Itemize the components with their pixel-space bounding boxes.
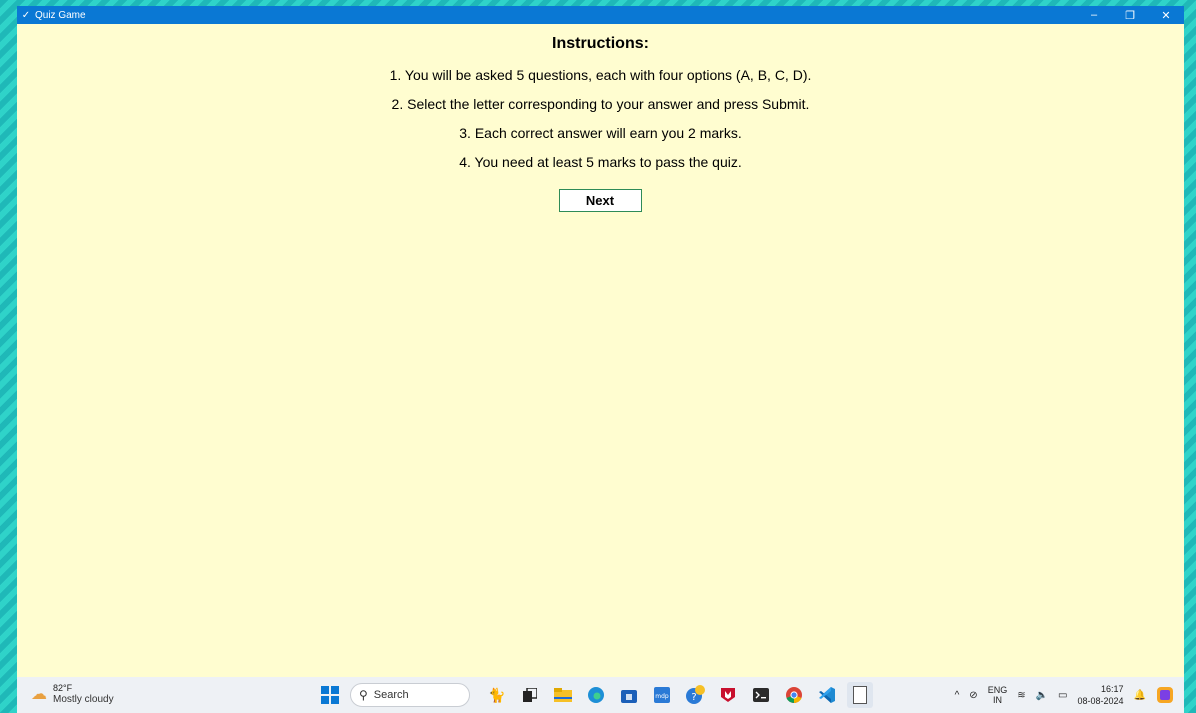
search-placeholder: Search bbox=[373, 689, 409, 701]
language-code: ENG bbox=[987, 685, 1008, 695]
mcafee-icon[interactable] bbox=[715, 682, 741, 708]
instructions-panel: Instructions: 1. You will be asked 5 que… bbox=[17, 35, 1184, 212]
edge-icon[interactable] bbox=[583, 682, 609, 708]
wifi-icon[interactable]: ≋ bbox=[1017, 690, 1025, 701]
cat-widget-icon[interactable]: 🐈 bbox=[484, 682, 510, 708]
notification-bell-icon[interactable]: 🔔 bbox=[1134, 690, 1146, 701]
notepad-icon[interactable] bbox=[847, 682, 873, 708]
system-tray: ^ ⊘ ENG IN ≋ 🔈 ▭ 16:17 08-08-2024 🔔 bbox=[945, 681, 1174, 709]
store-icon[interactable] bbox=[616, 682, 642, 708]
taskbar-apps: ⚲ Search 🐈 mdp ? bbox=[317, 682, 880, 708]
window-controls: – ❐ ✕ bbox=[1076, 6, 1184, 24]
clock-time: 16:17 bbox=[1101, 684, 1124, 694]
copilot-icon[interactable] bbox=[1156, 686, 1174, 704]
clock[interactable]: 16:17 08-08-2024 bbox=[1078, 683, 1124, 707]
minimize-button[interactable]: – bbox=[1076, 6, 1112, 24]
battery-icon[interactable]: ▭ bbox=[1058, 690, 1067, 701]
svg-text:?: ? bbox=[691, 692, 696, 703]
clock-date: 08-08-2024 bbox=[1077, 696, 1124, 706]
close-button[interactable]: ✕ bbox=[1148, 6, 1184, 24]
windows-start-icon[interactable] bbox=[317, 682, 343, 708]
mdp-icon[interactable]: mdp bbox=[649, 682, 675, 708]
chrome-icon[interactable] bbox=[781, 682, 807, 708]
weather-condition: Mostly cloudy bbox=[53, 694, 114, 705]
region-code: IN bbox=[992, 695, 1002, 705]
taskbar: ☁ 82°F Mostly cloudy ⚲ Search 🐈 mdp ? ^ … bbox=[17, 677, 1184, 713]
instruction-line-3: 3. Each correct answer will earn you 2 m… bbox=[459, 125, 742, 141]
next-button[interactable]: Next bbox=[558, 189, 642, 212]
svg-text:mdp: mdp bbox=[655, 693, 669, 700]
terminal-icon[interactable] bbox=[748, 682, 774, 708]
quiz-game-window: ✓ Quiz Game – ❐ ✕ Instructions: 1. You w… bbox=[17, 6, 1184, 677]
instruction-line-4: 4. You need at least 5 marks to pass the… bbox=[459, 154, 742, 170]
volume-icon[interactable]: 🔈 bbox=[1036, 690, 1048, 701]
weather-widget[interactable]: ☁ 82°F Mostly cloudy bbox=[31, 683, 114, 705]
vscode-icon[interactable] bbox=[814, 682, 840, 708]
chevron-up-icon[interactable]: ^ bbox=[955, 690, 960, 701]
instruction-line-2: 2. Select the letter corresponding to yo… bbox=[391, 96, 810, 112]
language-indicator[interactable]: ENG IN bbox=[988, 685, 1008, 705]
cloud-sun-icon: ☁ bbox=[31, 686, 47, 703]
window-title: Quiz Game bbox=[35, 9, 86, 21]
restore-button[interactable]: ❐ bbox=[1112, 6, 1148, 24]
weather-temp: 82°F bbox=[53, 683, 73, 693]
help-icon[interactable]: ? bbox=[682, 682, 708, 708]
file-explorer-icon[interactable] bbox=[550, 682, 576, 708]
title-bar: ✓ Quiz Game – ❐ ✕ bbox=[17, 6, 1184, 24]
search-icon: ⚲ bbox=[359, 688, 368, 702]
cloud-off-icon[interactable]: ⊘ bbox=[969, 690, 977, 701]
task-view-icon[interactable] bbox=[517, 682, 543, 708]
instruction-line-1: 1. You will be asked 5 questions, each w… bbox=[389, 67, 812, 83]
instructions-heading: Instructions: bbox=[552, 35, 649, 52]
feather-icon: ✓ bbox=[21, 9, 31, 21]
taskbar-search[interactable]: ⚲ Search bbox=[350, 683, 470, 707]
